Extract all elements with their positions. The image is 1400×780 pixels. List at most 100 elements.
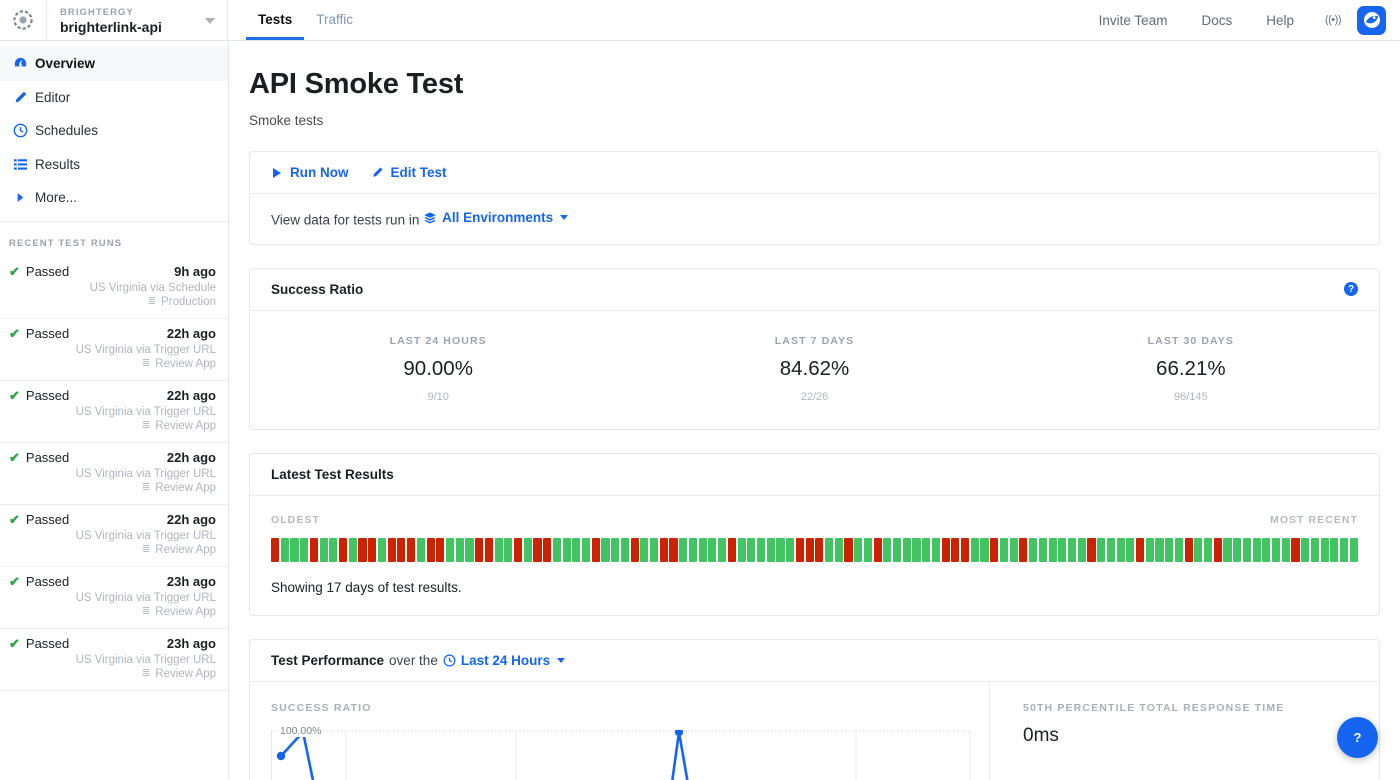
sidebar-item-results[interactable]: Results <box>0 148 228 182</box>
test-result-bar-pass[interactable] <box>572 538 580 562</box>
test-result-bar-fail[interactable] <box>806 538 814 562</box>
test-result-bar-fail[interactable] <box>592 538 600 562</box>
environment-selector[interactable]: All Environments <box>423 210 568 225</box>
test-result-bar-pass[interactable] <box>582 538 590 562</box>
question-mark-icon[interactable]: ? <box>1344 282 1358 296</box>
test-result-bar-pass[interactable] <box>1010 538 1018 562</box>
test-result-bar-pass[interactable] <box>1243 538 1251 562</box>
test-result-bar-pass[interactable] <box>738 538 746 562</box>
test-result-bar-pass[interactable] <box>1272 538 1280 562</box>
test-result-bar-fail[interactable] <box>631 538 639 562</box>
broadcast-icon[interactable]: ((•)) <box>1311 14 1355 26</box>
test-result-bar-fail[interactable] <box>1136 538 1144 562</box>
test-result-bar-pass[interactable] <box>971 538 979 562</box>
test-result-bar-fail[interactable] <box>388 538 396 562</box>
test-result-bar-pass[interactable] <box>611 538 619 562</box>
test-result-bar-pass[interactable] <box>1282 538 1290 562</box>
test-result-bar-pass[interactable] <box>1165 538 1173 562</box>
test-result-bar-fail[interactable] <box>961 538 969 562</box>
test-result-bar-pass[interactable] <box>320 538 328 562</box>
test-result-bar-fail[interactable] <box>436 538 444 562</box>
test-result-bar-pass[interactable] <box>708 538 716 562</box>
test-result-bar-pass[interactable] <box>679 538 687 562</box>
test-result-bar-pass[interactable] <box>922 538 930 562</box>
recent-run-item[interactable]: ✔Passed9h agoUS Virginia via Schedule≣Pr… <box>0 257 228 319</box>
test-result-bar-fail[interactable] <box>310 538 318 562</box>
test-result-bar-pass[interactable] <box>465 538 473 562</box>
app-logo[interactable] <box>0 0 47 40</box>
test-result-bar-fail[interactable] <box>407 538 415 562</box>
run-now-button[interactable]: Run Now <box>271 165 349 180</box>
sidebar-item-more[interactable]: More... <box>0 181 228 215</box>
avatar[interactable] <box>1357 6 1386 35</box>
test-result-bar-fail[interactable] <box>942 538 950 562</box>
recent-run-item[interactable]: ✔Passed22h agoUS Virginia via Trigger UR… <box>0 505 228 567</box>
test-result-bar-fail[interactable] <box>844 538 852 562</box>
test-result-bar-pass[interactable] <box>825 538 833 562</box>
test-result-bar-pass[interactable] <box>640 538 648 562</box>
test-result-bar-pass[interactable] <box>1117 538 1125 562</box>
help-fab-button[interactable]: ? <box>1337 717 1378 758</box>
test-result-bar-pass[interactable] <box>1107 538 1115 562</box>
test-result-bar-pass[interactable] <box>329 538 337 562</box>
test-result-bar-pass[interactable] <box>1321 538 1329 562</box>
test-result-bar-pass[interactable] <box>378 538 386 562</box>
test-result-bar-pass[interactable] <box>893 538 901 562</box>
docs-link[interactable]: Docs <box>1184 13 1249 28</box>
test-result-bar-pass[interactable] <box>776 538 784 562</box>
test-result-bar-fail[interactable] <box>397 538 405 562</box>
test-result-bar-pass[interactable] <box>1311 538 1319 562</box>
test-result-bar-pass[interactable] <box>864 538 872 562</box>
test-result-bar-fail[interactable] <box>1019 538 1027 562</box>
test-result-bar-pass[interactable] <box>1097 538 1105 562</box>
test-result-bar-pass[interactable] <box>883 538 891 562</box>
recent-run-item[interactable]: ✔Passed22h agoUS Virginia via Trigger UR… <box>0 319 228 381</box>
test-result-bar-fail[interactable] <box>1185 538 1193 562</box>
test-result-bar-pass[interactable] <box>621 538 629 562</box>
test-result-bar-pass[interactable] <box>504 538 512 562</box>
invite-team-link[interactable]: Invite Team <box>1082 13 1185 28</box>
test-result-bar-pass[interactable] <box>854 538 862 562</box>
test-result-bar-fail[interactable] <box>271 538 279 562</box>
test-result-bar-pass[interactable] <box>1058 538 1066 562</box>
test-result-bar-pass[interactable] <box>903 538 911 562</box>
edit-test-button[interactable]: Edit Test <box>371 165 447 180</box>
test-result-bar-fail[interactable] <box>815 538 823 562</box>
tab-traffic[interactable]: Traffic <box>304 1 365 40</box>
test-result-bar-fail[interactable] <box>533 538 541 562</box>
test-result-bar-pass[interactable] <box>1078 538 1086 562</box>
tab-tests[interactable]: Tests <box>246 1 304 40</box>
test-result-bar-pass[interactable] <box>553 538 561 562</box>
test-result-bar-fail[interactable] <box>796 538 804 562</box>
test-result-bar-fail[interactable] <box>339 538 347 562</box>
test-result-bar-pass[interactable] <box>786 538 794 562</box>
help-link[interactable]: Help <box>1249 13 1311 28</box>
test-result-bar-pass[interactable] <box>1253 538 1261 562</box>
time-range-selector[interactable]: Last 24 Hours <box>443 653 565 668</box>
test-result-bar-fail[interactable] <box>514 538 522 562</box>
test-result-bar-pass[interactable] <box>1194 538 1202 562</box>
test-result-bar-fail[interactable] <box>660 538 668 562</box>
test-result-bar-fail[interactable] <box>728 538 736 562</box>
test-result-bar-fail[interactable] <box>1214 538 1222 562</box>
test-result-bar-fail[interactable] <box>475 538 483 562</box>
test-result-bar-pass[interactable] <box>835 538 843 562</box>
sidebar-item-schedules[interactable]: Schedules <box>0 114 228 148</box>
test-result-bar-pass[interactable] <box>349 538 357 562</box>
test-result-bar-fail[interactable] <box>1087 538 1095 562</box>
test-result-bar-pass[interactable] <box>1068 538 1076 562</box>
test-result-bar-fail[interactable] <box>990 538 998 562</box>
test-result-bar-fail[interactable] <box>951 538 959 562</box>
test-result-bar-fail[interactable] <box>1291 538 1299 562</box>
test-result-bar-pass[interactable] <box>456 538 464 562</box>
test-result-bar-pass[interactable] <box>1175 538 1183 562</box>
test-result-bar-pass[interactable] <box>417 538 425 562</box>
test-result-bar-fail[interactable] <box>669 538 677 562</box>
test-result-bar-pass[interactable] <box>281 538 289 562</box>
recent-run-item[interactable]: ✔Passed22h agoUS Virginia via Trigger UR… <box>0 443 228 505</box>
test-result-bar-pass[interactable] <box>1146 538 1154 562</box>
test-result-bar-pass[interactable] <box>300 538 308 562</box>
test-result-bar-fail[interactable] <box>485 538 493 562</box>
test-result-bar-fail[interactable] <box>368 538 376 562</box>
test-result-bar-pass[interactable] <box>1340 538 1348 562</box>
